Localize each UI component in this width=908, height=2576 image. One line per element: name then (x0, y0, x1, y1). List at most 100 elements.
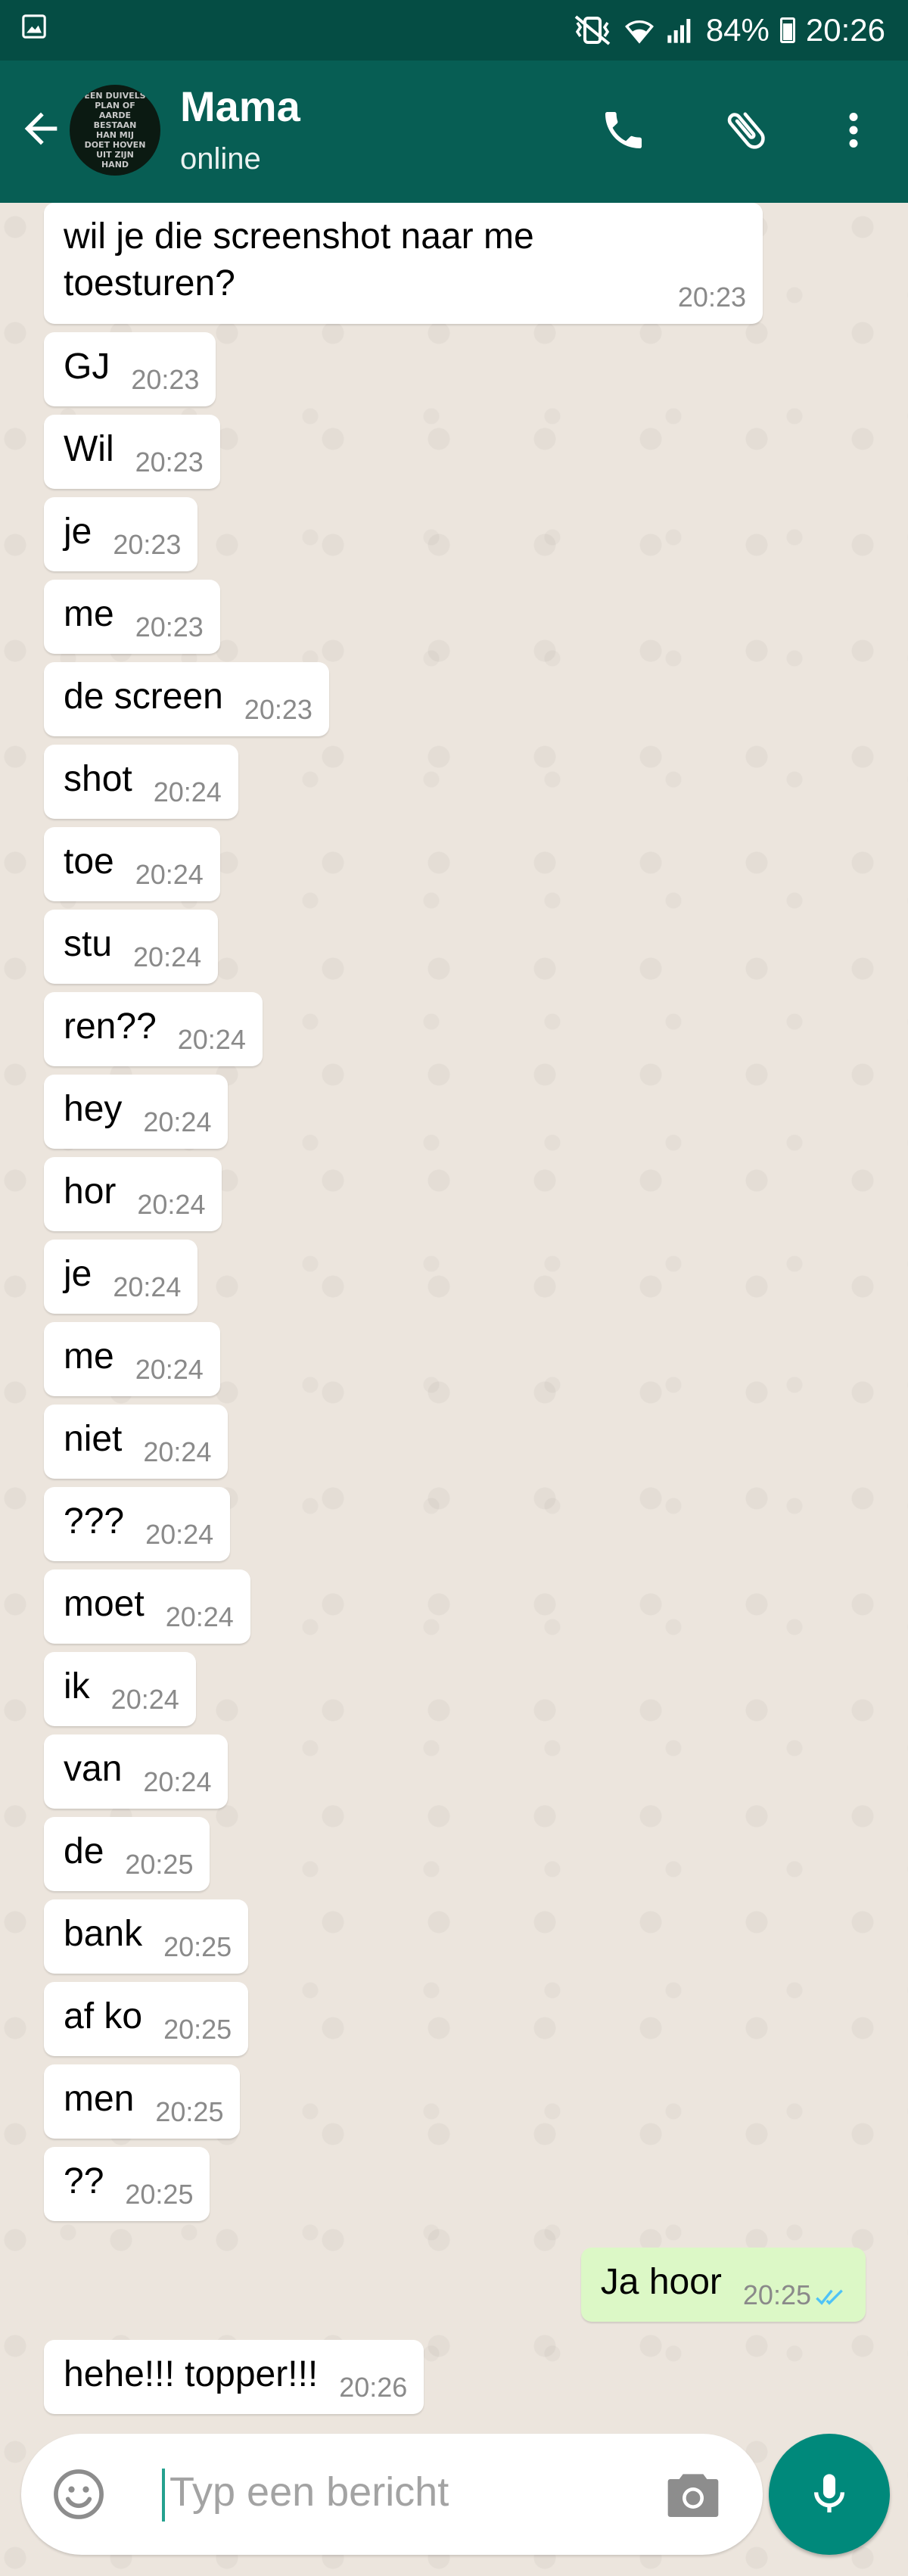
incoming-message[interactable]: Wil 20:23 (44, 415, 220, 489)
incoming-message[interactable]: me 20:24 (44, 1322, 220, 1396)
message-text: men (64, 2079, 135, 2119)
message-time: 20:24 (143, 1106, 212, 1137)
incoming-message[interactable]: je 20:23 (44, 497, 198, 571)
more-vert-icon (849, 113, 858, 148)
battery-percent: 84% (705, 12, 770, 48)
message-text: ik (64, 1666, 90, 1706)
message-time: 20:24 (137, 1189, 206, 1220)
message-text: je (64, 512, 92, 552)
incoming-message[interactable]: hor 20:24 (44, 1157, 222, 1231)
message-time: 20:25 (155, 2096, 224, 2127)
message-text: niet (64, 1419, 123, 1459)
message-text: stu (64, 924, 113, 964)
clock: 20:26 (805, 12, 885, 48)
message-text: me (64, 1336, 114, 1377)
message-text: van (64, 1749, 123, 1789)
battery-icon (779, 17, 795, 43)
incoming-message[interactable]: bank 20:25 (44, 1899, 249, 1974)
message-time: 20:25 (742, 2279, 811, 2310)
message-text: ?? (64, 2161, 104, 2201)
incoming-message[interactable]: de screen 20:23 (44, 662, 329, 736)
message-text: je (64, 1254, 92, 1294)
text-caret (162, 2469, 165, 2522)
attach-button[interactable] (717, 101, 775, 159)
incoming-message[interactable]: van 20:24 (44, 1734, 229, 1809)
message-time: 20:24 (113, 1271, 182, 1302)
message-time: 20:24 (135, 859, 204, 890)
microphone-icon (814, 2474, 844, 2512)
message-time: 20:24 (153, 776, 222, 807)
message-time: 20:24 (133, 941, 202, 972)
message-text: hey (64, 1089, 123, 1129)
message-time: 20:23 (244, 694, 313, 725)
message-time: 20:23 (135, 611, 204, 642)
message-time: 20:23 (677, 282, 746, 313)
message-time: 20:25 (125, 1849, 194, 1880)
avatar-text: EEN DUIVELS PLAN OF AARDE BESTAAN HAN MI… (84, 91, 146, 170)
camera-icon[interactable] (663, 2466, 723, 2523)
incoming-message[interactable]: je 20:24 (44, 1240, 198, 1314)
incoming-message[interactable]: hehe!!! topper!!! 20:26 (44, 2340, 424, 2414)
voice-call-button[interactable] (595, 101, 652, 159)
gallery-notification-icon (22, 14, 46, 39)
message-text: hehe!!! topper!!! (64, 2354, 319, 2394)
message-time: 20:24 (143, 1766, 212, 1797)
message-time: 20:23 (113, 529, 182, 560)
message-time: 20:23 (131, 364, 200, 395)
message-text: moet (64, 1584, 145, 1624)
message-text: Wil (64, 429, 114, 469)
message-time: 20:24 (143, 1436, 212, 1467)
message-text: ??? (64, 1501, 125, 1542)
status-bar: 84% 20:26 (0, 0, 908, 61)
incoming-message[interactable]: men 20:25 (44, 2064, 241, 2139)
incoming-message[interactable]: GJ 20:23 (44, 332, 216, 406)
message-input[interactable]: Typ een bericht (169, 2469, 449, 2515)
incoming-message[interactable]: wil je die screenshot naar me toesturen?… (44, 203, 763, 324)
incoming-message[interactable]: niet 20:24 (44, 1405, 229, 1479)
voice-message-button[interactable] (769, 2434, 890, 2555)
message-time: 20:24 (145, 1519, 214, 1550)
message-text: wil je die screenshot naar me toesturen? (64, 216, 534, 303)
outgoing-message[interactable]: Ja hoor 20:25 (580, 2248, 866, 2322)
incoming-message[interactable]: me 20:23 (44, 580, 220, 654)
incoming-message[interactable]: ??? 20:24 (44, 1487, 231, 1561)
incoming-message[interactable]: shot 20:24 (44, 745, 238, 819)
message-text: me (64, 594, 114, 634)
incoming-message[interactable]: toe 20:24 (44, 827, 220, 901)
more-options-button[interactable] (825, 101, 882, 159)
incoming-message[interactable]: moet 20:24 (44, 1570, 250, 1644)
message-time: 20:24 (177, 1024, 246, 1055)
paperclip-icon (727, 112, 765, 149)
message-composer[interactable]: Typ een bericht (21, 2434, 763, 2555)
incoming-message[interactable]: de 20:25 (44, 1817, 210, 1891)
incoming-message[interactable]: ren?? 20:24 (44, 992, 263, 1066)
message-text: af ko (64, 1996, 143, 2036)
phone-icon (605, 112, 642, 148)
emoji-icon[interactable] (50, 2466, 107, 2523)
message-text: bank (64, 1914, 143, 1954)
contact-name[interactable]: Mama (180, 82, 300, 131)
signal-icon (667, 19, 691, 43)
mute-vibrate-icon (574, 15, 611, 45)
message-text: de screen (64, 677, 223, 717)
message-list[interactable]: wil je die screenshot naar me toesturen?… (0, 203, 908, 2473)
avatar[interactable]: EEN DUIVELS PLAN OF AARDE BESTAAN HAN MI… (70, 85, 160, 176)
incoming-message[interactable]: ik 20:24 (44, 1652, 196, 1726)
message-text: Ja hoor (600, 2262, 722, 2302)
message-time: 20:26 (339, 2372, 408, 2403)
read-receipt-icon (816, 2289, 843, 2305)
incoming-message[interactable]: af ko 20:25 (44, 1982, 249, 2056)
back-arrow-icon[interactable] (17, 104, 65, 153)
message-time: 20:25 (163, 1931, 232, 1962)
message-text: shot (64, 759, 132, 799)
incoming-message[interactable]: hey 20:24 (44, 1075, 229, 1149)
wifi-icon (624, 20, 654, 44)
message-text: GJ (64, 347, 110, 387)
incoming-message[interactable]: ?? 20:25 (44, 2147, 210, 2221)
incoming-message[interactable]: stu 20:24 (44, 910, 219, 984)
message-text: hor (64, 1171, 117, 1212)
contact-status: online (180, 142, 261, 176)
message-text: ren?? (64, 1006, 157, 1047)
message-time: 20:25 (125, 2179, 194, 2210)
message-text: de (64, 1831, 104, 1871)
